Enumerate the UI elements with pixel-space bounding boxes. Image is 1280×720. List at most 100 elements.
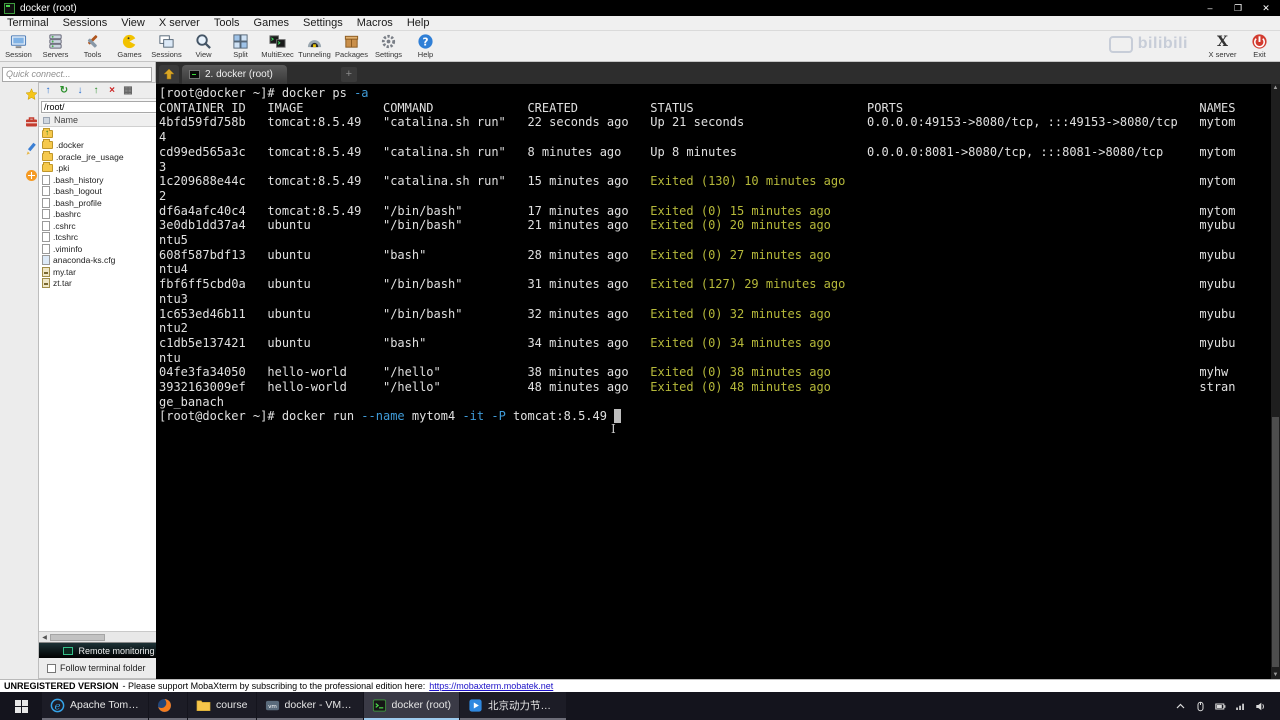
toolbar-button-label: Tunneling xyxy=(298,50,331,59)
new-tab-button[interactable]: + xyxy=(340,67,357,82)
tree-icon[interactable]: ▦ xyxy=(122,85,134,96)
terminal-scrollbar-thumb[interactable] xyxy=(1272,417,1279,667)
toolbar-split-button[interactable]: Split xyxy=(222,31,259,59)
path-input[interactable] xyxy=(41,100,164,113)
tools-icon xyxy=(84,33,101,50)
toolbar-button-label: Games xyxy=(117,50,142,59)
toolbar-multiexec-button[interactable]: MultiExec xyxy=(259,31,296,59)
scroll-up-icon[interactable]: ▲ xyxy=(1271,85,1280,91)
scroll-left-icon[interactable]: ◀ xyxy=(39,634,50,641)
sidebar-tab-strip xyxy=(25,82,38,679)
toolbar-sessions-button[interactable]: Sessions xyxy=(148,31,185,59)
tree-header-label: Name xyxy=(54,115,79,125)
sidebar-tab-sessions[interactable] xyxy=(25,88,38,101)
toolbar-packages-button[interactable]: Packages xyxy=(333,31,370,59)
toolbar-button-label: Packages xyxy=(335,50,368,59)
toolbar-games-button[interactable]: Games xyxy=(111,31,148,59)
mouse-cursor: I xyxy=(611,422,616,436)
battery-icon[interactable] xyxy=(1215,701,1226,712)
file-name: .bash_logout xyxy=(53,186,102,197)
unregistered-version-label: UNREGISTERED VERSION xyxy=(4,681,119,691)
toolbar-help-button[interactable]: ? Help xyxy=(407,31,444,59)
status-bar: UNREGISTERED VERSION - Please support Mo… xyxy=(0,679,1280,692)
upload-icon[interactable]: ↑ xyxy=(90,85,102,96)
maximize-button[interactable]: ❐ xyxy=(1224,0,1252,16)
taskbar-item-player[interactable]: 北京动力节点课程-... xyxy=(460,692,567,720)
chevron-up-icon[interactable] xyxy=(1175,701,1186,712)
sidebar-tab-tools[interactable] xyxy=(25,115,38,128)
terminal-column: 2. docker (root) + [root@docker ~]# dock… xyxy=(156,62,1280,679)
folder-icon xyxy=(42,150,53,161)
taskbar-item-label: 北京动力节点课程-... xyxy=(488,699,558,712)
toolbar-x-server-button[interactable]: XX server xyxy=(1204,31,1241,59)
toolbar-servers-button[interactable]: Servers xyxy=(37,31,74,59)
file-icon xyxy=(42,186,50,197)
session-icon xyxy=(10,33,27,50)
folder-up-icon[interactable]: ↑ xyxy=(42,85,54,96)
scrollbar-thumb[interactable] xyxy=(50,633,105,641)
scroll-down-icon[interactable]: ▼ xyxy=(1271,672,1280,678)
follow-terminal-checkbox[interactable] xyxy=(47,663,56,673)
toolbar-exit-button[interactable]: Exit xyxy=(1241,31,1278,59)
player-icon xyxy=(468,698,483,713)
toolbar-button-label: Help xyxy=(417,50,434,59)
left-sidebar: ↑↻↓↑×▦ ✓ Name .docker.oracle_jre_usage.p… xyxy=(0,62,180,679)
menu-item-terminal[interactable]: Terminal xyxy=(0,17,56,29)
menu-item-macros[interactable]: Macros xyxy=(350,17,400,29)
windows-taskbar: e Apache Tomcat/8... course vm docker - VMwa… xyxy=(0,692,1280,720)
main-area: ↑↻↓↑×▦ ✓ Name .docker.oracle_jre_usage.p… xyxy=(0,62,1280,679)
taskbar-item-docker-root[interactable]: docker (root) xyxy=(363,692,460,720)
network-icon[interactable] xyxy=(1235,701,1246,712)
toolbar-button-label: MultiExec xyxy=(261,50,294,59)
toolbar-tools-button[interactable]: Tools xyxy=(74,31,111,59)
terminal[interactable]: [root@docker ~]# docker ps -a CONTAINER I… xyxy=(156,84,1280,679)
folder-icon xyxy=(196,698,211,713)
folder-icon xyxy=(42,139,53,150)
home-tab-button[interactable] xyxy=(159,65,179,83)
terminal-line: 04fe3fa34050 hello-world "/hello" 38 min… xyxy=(159,365,1229,380)
terminal-scrollbar[interactable]: ▲ ▼ xyxy=(1271,84,1280,679)
mobatek-link[interactable]: https://mobaxterm.mobatek.net xyxy=(429,681,553,691)
terminal-line: 3932163009ef hello-world "/hello" 48 min… xyxy=(159,380,1236,409)
volume-icon[interactable] xyxy=(1255,701,1266,712)
taskbar-item-docker-vmware[interactable]: vm docker - VMware... xyxy=(256,692,363,720)
taskbar-item-course[interactable]: course xyxy=(188,692,256,720)
taskbar-item-firefox[interactable] xyxy=(149,692,187,720)
menu-item-games[interactable]: Games xyxy=(247,17,296,29)
stop-icon[interactable]: × xyxy=(106,85,118,96)
sidebar-tab-sftp[interactable] xyxy=(25,169,38,182)
file-name: .pki xyxy=(56,163,70,174)
terminal-line: df6a4afc40c4 tomcat:8.5.49 "/bin/bash" 1… xyxy=(159,203,1236,218)
file-name: .tcshrc xyxy=(53,232,79,243)
toolbar-view-button[interactable]: View xyxy=(185,31,222,59)
start-button[interactable] xyxy=(0,692,42,720)
file-name: .cshrc xyxy=(53,220,76,231)
download-icon[interactable]: ↓ xyxy=(74,85,86,96)
menu-item-settings[interactable]: Settings xyxy=(296,17,350,29)
close-button[interactable]: ✕ xyxy=(1252,0,1280,16)
sidebar-tab-macros[interactable] xyxy=(25,142,38,155)
svg-text:e: e xyxy=(54,700,60,712)
quick-connect-input[interactable] xyxy=(2,66,152,82)
toolbar-tunneling-button[interactable]: Tunneling xyxy=(296,31,333,59)
parent-icon xyxy=(42,127,53,138)
toolbar-settings-button[interactable]: Settings xyxy=(370,31,407,59)
mouse-icon[interactable] xyxy=(1195,701,1206,712)
file-name: zt.tar xyxy=(53,278,72,289)
menu-item-tools[interactable]: Tools xyxy=(207,17,247,29)
tab-docker-root[interactable]: 2. docker (root) xyxy=(182,65,287,84)
menu-item-help[interactable]: Help xyxy=(400,17,437,29)
gold-up-arrow-icon xyxy=(163,68,175,80)
menu-item-view[interactable]: View xyxy=(114,17,152,29)
menu-item-sessions[interactable]: Sessions xyxy=(56,17,115,29)
star-icon xyxy=(25,88,38,101)
minimize-button[interactable]: – xyxy=(1196,0,1224,16)
refresh-icon[interactable]: ↻ xyxy=(58,85,70,96)
taskbar-item-apache-tomcat-8[interactable]: e Apache Tomcat/8... xyxy=(42,692,148,720)
file-icon xyxy=(42,232,50,243)
ie-icon: e xyxy=(50,698,65,713)
sessions-icon xyxy=(158,33,175,50)
multiexec-icon xyxy=(269,33,286,50)
toolbar-session-button[interactable]: Session xyxy=(0,31,37,59)
menu-item-x-server[interactable]: X server xyxy=(152,17,207,29)
